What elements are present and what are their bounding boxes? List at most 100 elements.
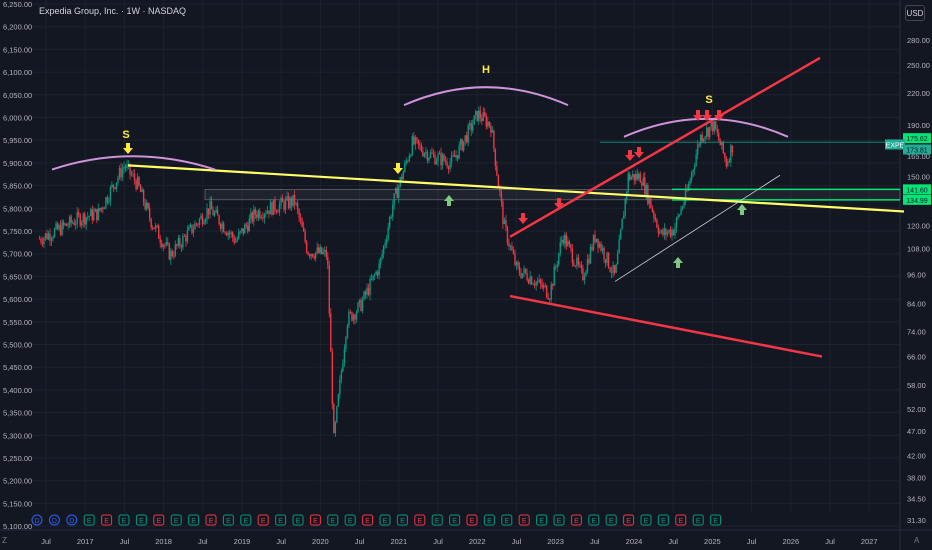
time-axis-label: Jul	[120, 537, 130, 546]
candle-body	[364, 291, 367, 295]
candle-body	[715, 121, 717, 130]
candle-body	[376, 271, 379, 276]
candle-body	[447, 166, 450, 170]
candle-body	[99, 208, 101, 211]
candle-body	[73, 222, 75, 226]
candle-body	[653, 211, 655, 218]
candle-body	[506, 227, 509, 244]
candle-body	[470, 123, 472, 131]
candle-body	[724, 152, 726, 159]
right-price-axis[interactable]: 280.00250.00220.00190.00165.00150.00120.…	[907, 36, 930, 525]
timezone-icon[interactable]: Z	[2, 536, 7, 545]
event-marker-label: E	[330, 518, 335, 525]
candle-body	[242, 228, 244, 234]
left-axis-label: 5,600.00	[3, 295, 32, 304]
candle-body	[176, 244, 178, 246]
symbol-title: Expedia Group, Inc. · 1W · NASDAQ	[39, 6, 187, 16]
candle-body	[76, 212, 78, 224]
candle-body	[105, 197, 107, 208]
candle-body	[308, 254, 311, 257]
candle-body	[379, 257, 382, 264]
time-axis-label: 2027	[861, 537, 878, 546]
candle-body	[241, 228, 243, 231]
candle-body	[260, 217, 263, 219]
candle-body	[487, 121, 489, 127]
left-axis-label: 5,200.00	[3, 477, 32, 486]
candle-body	[426, 151, 429, 161]
candle-body	[722, 141, 725, 153]
candle-body	[405, 161, 407, 163]
candle-body	[672, 229, 675, 236]
candle-body	[585, 271, 587, 277]
event-marker-label: E	[435, 518, 440, 525]
candle-body	[668, 229, 670, 233]
candle-body	[272, 199, 275, 215]
event-marker-label: D	[69, 518, 74, 525]
event-marker-label: E	[313, 518, 318, 525]
candle-body	[219, 223, 222, 229]
candle-body	[719, 140, 721, 146]
candle-body	[423, 153, 426, 157]
candle-body	[692, 169, 694, 173]
event-marker-label: E	[644, 518, 649, 525]
candle-body	[330, 313, 332, 352]
candle-body	[198, 218, 201, 225]
candle-body	[601, 247, 604, 251]
candle-body	[425, 151, 427, 154]
candle-body	[222, 223, 225, 233]
right-axis-label: 74.00	[907, 328, 926, 337]
candle-body	[130, 174, 133, 176]
event-marker-label: E	[591, 518, 596, 525]
candle-body	[414, 137, 417, 145]
candle-body	[437, 154, 439, 162]
event-marker-label: E	[417, 518, 422, 525]
candle-body	[248, 218, 250, 232]
candle-body	[429, 152, 432, 158]
candle-body	[570, 244, 572, 249]
left-price-axis[interactable]: 6,250.00 6,200.00 6,150.00 6,100.00 6,050.00…	[3, 0, 32, 531]
candle-body	[355, 312, 358, 320]
candle-body	[589, 246, 592, 264]
candle-body	[189, 224, 192, 227]
candle-body	[663, 228, 666, 236]
candle-body	[61, 221, 63, 235]
candle-body	[598, 243, 601, 248]
candle-body	[336, 406, 338, 423]
event-markers[interactable]: DDDEEEEEEEEEEEEEEEEEEEEEEEEEEEEEEEEEEEEE	[31, 514, 722, 526]
candle-body	[440, 152, 442, 166]
candle-body	[121, 168, 124, 178]
candle-body	[115, 182, 118, 189]
candle-body	[162, 244, 164, 248]
left-axis-label: 5,700.00	[3, 250, 32, 259]
candle-body	[363, 291, 365, 300]
candle-body	[580, 264, 583, 269]
candle-body	[481, 118, 483, 121]
candle-body	[82, 213, 84, 223]
candle-body	[185, 236, 187, 242]
left-axis-label: 5,950.00	[3, 136, 32, 145]
currency-button[interactable]: USD	[905, 5, 925, 21]
candle-body	[366, 287, 368, 295]
candle-body	[201, 215, 204, 225]
price-chart[interactable]: S H S 6,250.00 6,200.00 6,150.00 6,100.00 6,05…	[0, 0, 932, 550]
price-tag-label: 134.99	[906, 198, 928, 205]
candle-body	[262, 217, 264, 219]
candle-body	[84, 213, 86, 225]
pattern-label: S	[705, 94, 712, 106]
event-marker-label: E	[626, 518, 631, 525]
candle-body	[407, 161, 409, 163]
time-axis-label: Jul	[276, 537, 286, 546]
candle-body	[228, 232, 231, 234]
candle-body	[610, 271, 613, 273]
candle-body	[91, 209, 93, 221]
candle-body	[594, 235, 596, 242]
candle-body	[236, 238, 238, 242]
candle-body	[545, 285, 548, 298]
candle-body	[378, 263, 380, 276]
candle-body	[428, 157, 430, 161]
time-axis[interactable]: Jul 2017 Jul 2018 Jul 2019 Jul 2020 Jul 2021 Jul 20…	[0, 529, 932, 546]
candle-body	[381, 253, 383, 258]
candle-body	[669, 229, 672, 237]
auto-scale-button[interactable]: A	[914, 536, 919, 545]
candle-body	[459, 139, 462, 146]
